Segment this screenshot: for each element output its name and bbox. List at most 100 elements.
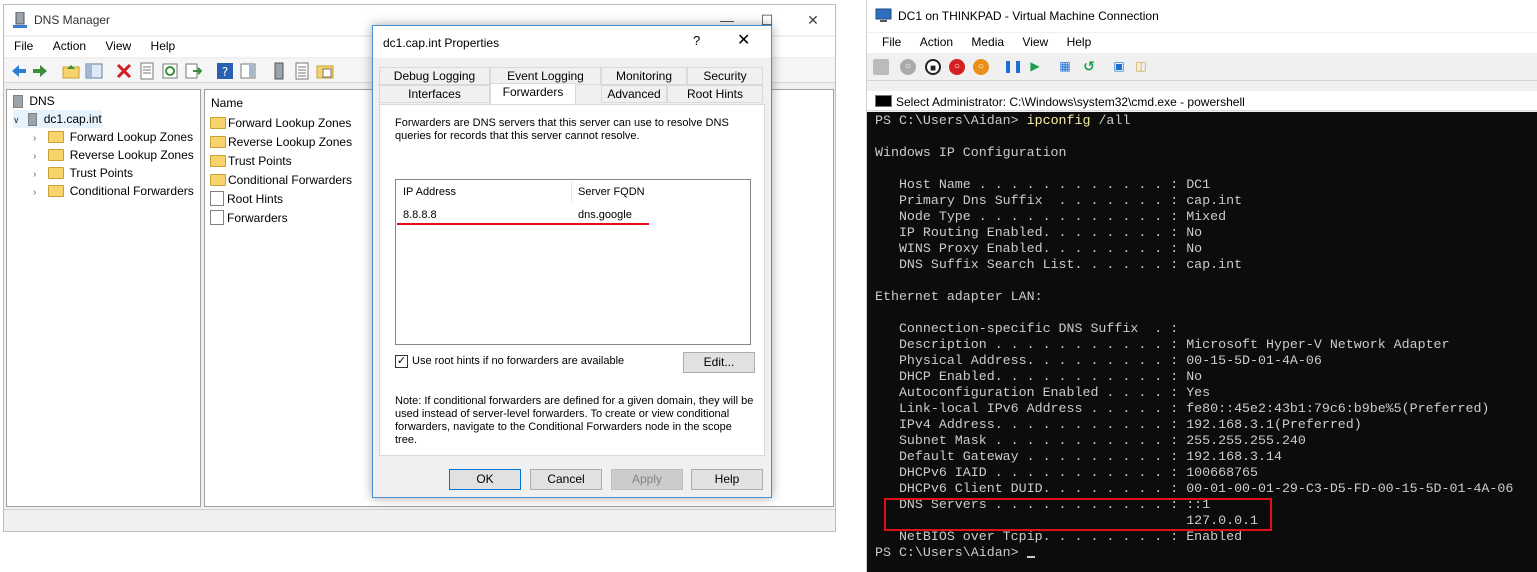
forwarder-ip-cell[interactable]: 8.8.8.8 [403, 209, 437, 221]
tree-label: Forward Lookup Zones [69, 130, 194, 144]
dialog-titlebar[interactable]: dc1.cap.int Properties ? ✕ [373, 26, 771, 58]
menu-view[interactable]: View [105, 37, 131, 53]
ok-button[interactable]: OK [449, 469, 521, 490]
conditional-forwarders-note: Note: If conditional forwarders are defi… [395, 395, 754, 446]
list-item[interactable]: Forward Lookup Zones [210, 114, 351, 133]
svg-text:?: ? [222, 65, 228, 79]
console-line: Physical Address. . . . . . . . . : 00-1… [875, 353, 1322, 368]
expanded-chevron-icon[interactable]: ∨ [13, 111, 25, 129]
folder-icon [210, 155, 226, 167]
dialog-title: dc1.cap.int Properties [383, 36, 500, 50]
delete-icon[interactable] [115, 62, 133, 80]
column-header-name[interactable]: Name [211, 96, 243, 110]
tab-forwarders[interactable]: Forwarders [490, 83, 576, 104]
vm-connection-window: DC1 on THINKPAD - Virtual Machine Connec… [866, 0, 1537, 572]
dialog-close-button[interactable]: ✕ [737, 30, 750, 50]
tab-security[interactable]: Security [687, 67, 763, 85]
help-question-button[interactable]: ? [693, 33, 700, 48]
tab-interfaces[interactable]: Interfaces [379, 85, 490, 103]
use-root-hints-label: Use root hints if no forwarders are avai… [412, 355, 625, 367]
tree-item-trust-points[interactable]: › Trust Points [33, 164, 133, 182]
menu-action[interactable]: Action [53, 37, 86, 53]
back-arrow-icon[interactable] [10, 62, 28, 80]
cmd-icon [875, 95, 892, 107]
forwarder-fqdn-cell[interactable]: dns.google [578, 209, 632, 221]
refresh-icon[interactable] [161, 62, 179, 80]
console-command-arg: /all [1098, 113, 1131, 128]
up-folder-icon[interactable] [62, 62, 80, 80]
red-underline-annotation [397, 223, 649, 225]
vm-monitor-icon [875, 8, 892, 22]
apply-button[interactable]: Apply [611, 469, 683, 490]
list-item[interactable]: Conditional Forwarders [210, 171, 352, 190]
resume-icon[interactable]: ▶ [1027, 59, 1043, 75]
cmd-titlebar[interactable]: Select Administrator: C:\Windows\system3… [867, 91, 1537, 111]
column-header-ip[interactable]: IP Address [403, 186, 456, 198]
tree-item-server[interactable]: ∨ dc1.cap.int [13, 110, 102, 128]
pause-icon[interactable]: ❚❚ [1003, 59, 1023, 75]
close-button[interactable]: ✕ [798, 9, 828, 31]
list-item-label: Forward Lookup Zones [228, 116, 352, 130]
server-node-icon [28, 113, 38, 126]
tab-debug-logging[interactable]: Debug Logging [379, 67, 490, 85]
show-tree-icon[interactable] [85, 62, 103, 80]
column-header-fqdn[interactable]: Server FQDN [578, 186, 645, 198]
vm-titlebar[interactable]: DC1 on THINKPAD - Virtual Machine Connec… [867, 0, 1537, 32]
zone-icon[interactable] [316, 62, 334, 80]
list-item-label: Conditional Forwarders [228, 173, 353, 187]
tab-advanced[interactable]: Advanced [601, 85, 667, 103]
help-icon[interactable]: ? [216, 62, 234, 80]
properties-icon[interactable] [138, 62, 156, 80]
revert-icon[interactable]: ↺ [1081, 59, 1097, 75]
list-item[interactable]: Forwarders [210, 209, 288, 228]
ctrl-alt-del-icon[interactable] [873, 59, 889, 75]
folder-icon [48, 167, 65, 179]
menu-file[interactable]: File [14, 37, 33, 53]
help-button[interactable]: Help [691, 469, 763, 490]
folder-icon [48, 149, 65, 161]
collapsed-chevron-icon[interactable]: › [33, 184, 45, 202]
start-icon[interactable]: ○ [900, 59, 916, 75]
vm-title: DC1 on THINKPAD - Virtual Machine Connec… [898, 9, 1159, 23]
vm-menu-media[interactable]: Media [971, 33, 1004, 49]
status-bar [4, 509, 835, 531]
vm-menu-file[interactable]: File [882, 33, 901, 49]
console-line: DHCPv6 IAID . . . . . . . . . . . : 1006… [875, 465, 1259, 480]
vm-menu-action[interactable]: Action [920, 33, 953, 49]
powershell-console[interactable]: PS C:\Users\Aidan> ipconfig /all Windows… [867, 112, 1537, 572]
edit-button[interactable]: Edit... [683, 352, 755, 373]
save-state-icon[interactable]: ○ [973, 59, 989, 75]
server-icon[interactable] [270, 62, 288, 80]
records-icon[interactable] [293, 62, 311, 80]
shut-down-icon[interactable]: ○ [949, 59, 965, 75]
list-item[interactable]: Trust Points [210, 152, 292, 171]
turn-off-icon[interactable]: ■ [925, 59, 941, 75]
list-item[interactable]: Root Hints [210, 190, 283, 209]
vm-menu-help[interactable]: Help [1067, 33, 1092, 49]
forward-arrow-icon[interactable] [31, 62, 49, 80]
tab-root-hints[interactable]: Root Hints [667, 85, 763, 103]
menu-help[interactable]: Help [151, 37, 176, 53]
tree-label: Reverse Lookup Zones [69, 148, 194, 162]
use-root-hints-checkbox[interactable]: ✓ [395, 355, 408, 368]
checkpoint-icon[interactable]: ▦ [1057, 59, 1073, 75]
console-line: DHCPv6 Client DUID. . . . . . . . : 00-0… [875, 481, 1514, 496]
vm-menu-view[interactable]: View [1022, 33, 1048, 49]
tab-monitoring[interactable]: Monitoring [601, 67, 687, 85]
properties-dialog: dc1.cap.int Properties ? ✕ Debug Logging… [372, 25, 772, 498]
tree-item-reverse-lookup-zones[interactable]: › Reverse Lookup Zones [33, 146, 194, 164]
tree-item-forward-lookup-zones[interactable]: › Forward Lookup Zones [33, 128, 193, 146]
dns-manager-title: DNS Manager [34, 13, 111, 27]
console-line: Primary Dns Suffix . . . . . . . : cap.i… [875, 193, 1243, 208]
action-pane-icon[interactable] [239, 62, 257, 80]
console-line: Ethernet adapter LAN: [875, 289, 1043, 304]
console-tree: DNS ∨ dc1.cap.int › Forward Lookup Zones… [6, 89, 201, 507]
tree-item-conditional-forwarders[interactable]: › Conditional Forwarders [33, 182, 194, 200]
enhanced-session-icon[interactable]: ▣ [1111, 59, 1127, 75]
forwarders-table[interactable]: IP Address Server FQDN 8.8.8.8 dns.googl… [395, 179, 751, 345]
tree-item-dns[interactable]: DNS [13, 92, 55, 110]
export-list-icon[interactable] [184, 62, 202, 80]
cancel-button[interactable]: Cancel [530, 469, 602, 490]
list-item[interactable]: Reverse Lookup Zones [210, 133, 352, 152]
share-icon[interactable]: ◫ [1133, 59, 1149, 75]
